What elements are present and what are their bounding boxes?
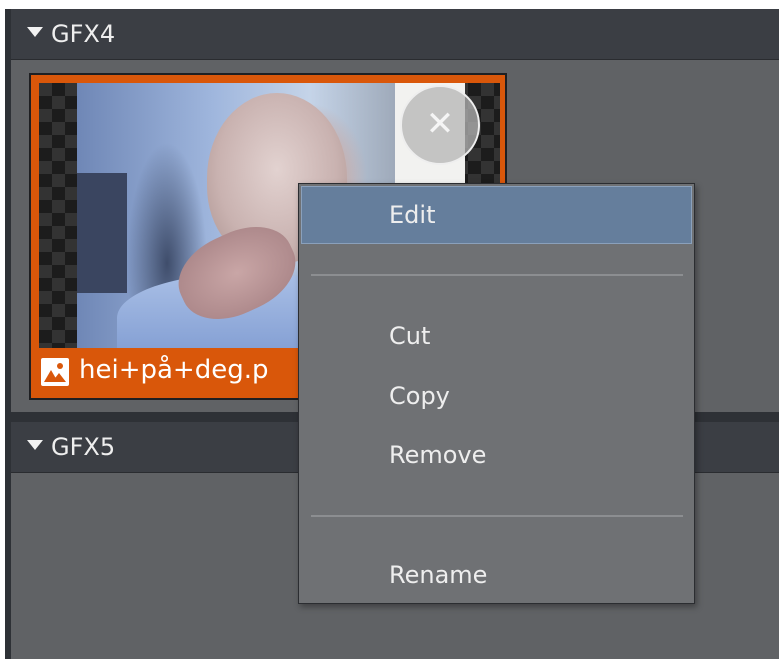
photo-shadow: [77, 173, 127, 293]
menu-item-cut[interactable]: Cut: [301, 307, 692, 365]
caret-down-icon[interactable]: [27, 440, 43, 450]
menu-item-edit[interactable]: Edit: [301, 186, 692, 244]
menu-item-rename[interactable]: Rename: [301, 546, 692, 604]
menu-item-remove[interactable]: Remove: [301, 426, 692, 484]
menu-separator: [311, 515, 683, 517]
context-menu: Edit Cut Copy Remove Rename: [298, 183, 695, 604]
section-title: GFX4: [51, 20, 116, 48]
section-header-gfx4[interactable]: GFX4: [11, 9, 779, 60]
close-icon[interactable]: ✕: [400, 85, 480, 165]
image-icon-sun: [57, 363, 63, 369]
section-title: GFX5: [51, 433, 116, 461]
image-icon: [41, 358, 69, 386]
image-icon-mountain-2: [52, 373, 66, 382]
caret-down-icon[interactable]: [27, 27, 43, 37]
menu-item-copy[interactable]: Copy: [301, 367, 692, 425]
menu-separator: [311, 274, 683, 276]
asset-file-name: hei+på+deg.p: [79, 355, 269, 385]
